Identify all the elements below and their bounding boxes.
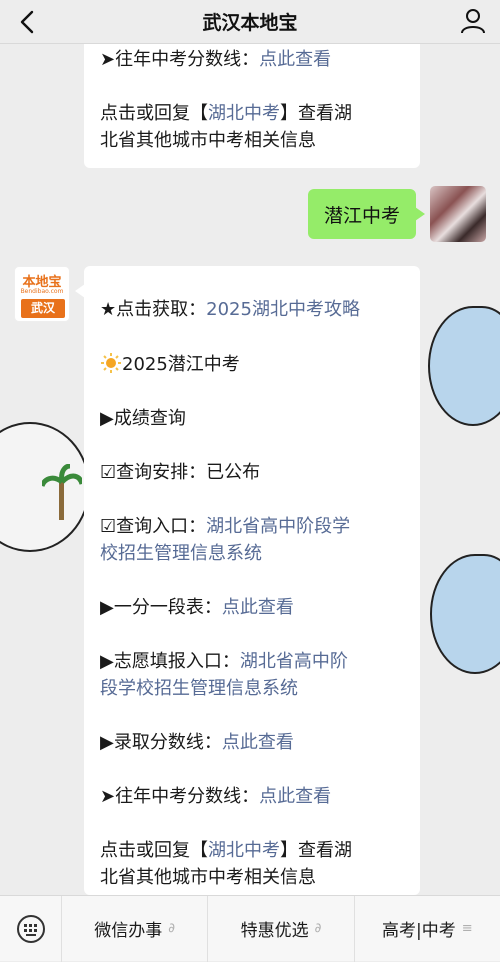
headline-line: 2025潜江中考 <box>100 351 410 378</box>
message-line: 北省其他城市中考相关信息 <box>100 130 316 151</box>
rank-table-link[interactable]: 点此查看 <box>222 597 294 618</box>
past-scores-link[interactable]: 点此查看 <box>259 786 331 807</box>
apply-system-link[interactable]: 湖北省高中阶 <box>240 651 348 672</box>
more-info-line-2: 北省其他城市中考相关信息 <box>100 867 316 888</box>
palm-tree-icon <box>42 464 82 520</box>
logo-city: 武汉 <box>21 299 65 318</box>
apply-entry-line-2: 段学校招生管理信息系统 <box>100 675 410 702</box>
query-system-link[interactable]: 湖北省高中阶段学 <box>206 516 350 537</box>
logo-domain: Bendibao.com <box>20 288 64 295</box>
keyboard-toggle-button[interactable] <box>0 895 62 962</box>
admission-link[interactable]: 点此查看 <box>222 732 294 753</box>
query-entry-line: ☑查询入口：湖北省高中阶段学 <box>100 516 351 537</box>
sticker-image <box>0 422 90 552</box>
sticker-image <box>430 554 500 674</box>
nav-header: 武汉本地宝 <box>0 0 500 44</box>
message-line: ➤往年中考分数线：点此查看 <box>100 49 332 70</box>
reply-message-bubble: ★点击获取：2025湖北中考攻略 2025潜江中考 ▶成绩查询 ☑查询安排：已公… <box>75 266 420 895</box>
view-link[interactable]: 点此查看 <box>259 49 331 70</box>
user-avatar[interactable] <box>430 186 486 242</box>
apply-entry-line: ▶志愿填报入口：湖北省高中阶 <box>100 651 348 672</box>
past-scores-line: ➤往年中考分数线：点此查看 <box>100 786 332 807</box>
page-title: 武汉本地宝 <box>202 12 298 34</box>
menu-special-offers[interactable]: 特惠优选 ∂ <box>208 895 355 962</box>
query-schedule-line: ☑查询安排：已公布 <box>100 462 261 483</box>
sun-icon <box>101 353 121 373</box>
more-info-line: 点击或回复【湖北中考】查看湖 <box>100 840 352 861</box>
menu-exams[interactable]: 高考|中考 ≡ <box>355 896 500 962</box>
hubei-exam-link[interactable]: 湖北中考 <box>208 103 280 124</box>
link-icon: ∂ <box>314 921 322 936</box>
bottom-menu-bar: 微信办事 ∂ 特惠优选 ∂ 高考|中考 ≡ <box>0 895 500 962</box>
profile-icon[interactable] <box>458 6 488 36</box>
query-entry-line-2: 校招生管理信息系统 <box>100 540 410 567</box>
sent-message-bubble[interactable]: 潜江中考 <box>307 189 426 239</box>
menu-list-icon: ≡ <box>461 921 473 936</box>
sticker-image <box>428 306 500 426</box>
rank-table-line: ▶一分一段表：点此查看 <box>100 597 294 618</box>
back-arrow-icon[interactable] <box>14 8 42 36</box>
keyboard-icon <box>16 914 45 943</box>
hubei-exam-link[interactable]: 湖北中考 <box>208 840 280 861</box>
bot-avatar[interactable]: 本地宝 Bendibao.com 武汉 <box>14 266 70 322</box>
message-line: 点击或回复【湖北中考】查看湖 <box>100 103 352 124</box>
query-system-link[interactable]: 校招生管理信息系统 <box>100 543 262 564</box>
guide-link[interactable]: 2025湖北中考攻略 <box>206 299 360 320</box>
promo-line: ★点击获取：2025湖北中考攻略 <box>100 299 360 320</box>
apply-system-link[interactable]: 段学校招生管理信息系统 <box>100 678 298 699</box>
previous-message-bubble: ➤往年中考分数线：点此查看 点击或回复【湖北中考】查看湖 北省其他城市中考相关信… <box>84 44 420 168</box>
admission-line: ▶录取分数线：点此查看 <box>100 732 294 753</box>
chat-area[interactable]: ➤往年中考分数线：点此查看 点击或回复【湖北中考】查看湖 北省其他城市中考相关信… <box>0 44 500 895</box>
link-icon: ∂ <box>168 921 176 936</box>
menu-wechat-services[interactable]: 微信办事 ∂ <box>62 895 209 962</box>
sent-message-text: 潜江中考 <box>323 204 400 227</box>
score-query-line: ▶成绩查询 <box>100 408 186 429</box>
